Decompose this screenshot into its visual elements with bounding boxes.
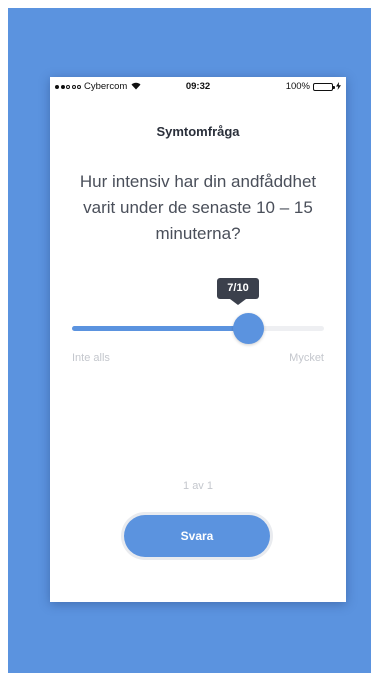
- slider-fill: [72, 326, 249, 331]
- phone-screen: Cybercom 09:32 100% Symtomfråga Hur inte…: [50, 77, 346, 602]
- slider-value-tooltip: 7/10: [217, 278, 259, 299]
- question-text: Hur intensiv har din andfåddhet varit un…: [79, 172, 317, 243]
- intensity-slider[interactable]: [72, 311, 324, 345]
- status-right: 100%: [286, 81, 341, 92]
- tooltip-arrow: [230, 299, 246, 305]
- battery-icon: [313, 82, 335, 91]
- battery-percent: 100%: [285, 81, 310, 92]
- status-bar: Cybercom 09:32 100%: [50, 77, 346, 97]
- submit-button[interactable]: Svara: [124, 515, 270, 557]
- scale-min-label: Inte alls: [72, 352, 110, 364]
- scale-max-label: Mycket: [289, 352, 324, 364]
- page-indicator: 1 av 1: [183, 480, 213, 492]
- slider-thumb[interactable]: [233, 313, 265, 344]
- page-title: Symtomfråga: [156, 124, 240, 139]
- bolt-icon: [336, 81, 341, 92]
